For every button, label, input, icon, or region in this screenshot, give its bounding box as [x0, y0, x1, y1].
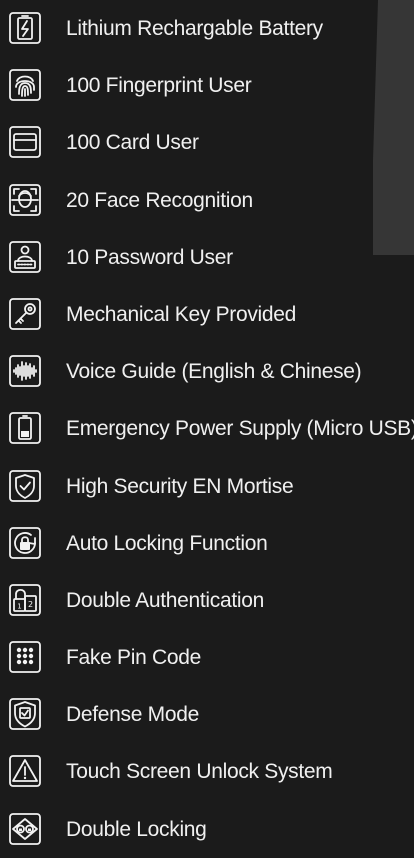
feature-list: Lithium Rechargable Battery 100 Fingerpr…	[0, 0, 414, 858]
feature-label: 100 Card User	[66, 131, 199, 155]
feature-label: High Security EN Mortise	[66, 474, 294, 498]
feature-item-fingerprint: 100 Fingerprint User	[0, 57, 414, 114]
feature-label: Emergency Power Supply (Micro USB)	[66, 417, 414, 441]
feature-label: Lithium Rechargable Battery	[66, 17, 323, 40]
feature-item-voice-guide: Voice Guide (English & Chinese)	[0, 343, 414, 400]
shield-check-icon	[8, 469, 42, 503]
double-locking-icon	[8, 812, 42, 846]
feature-item-double-locking: Double Locking	[0, 801, 414, 858]
card-icon	[8, 125, 42, 159]
face-recognition-icon	[8, 183, 42, 217]
feature-label: Defense Mode	[66, 703, 199, 727]
feature-item-defense-mode: Defense Mode	[0, 686, 414, 743]
auto-lock-icon	[8, 526, 42, 560]
feature-item-auto-locking: Auto Locking Function	[0, 515, 414, 572]
feature-label: 20 Face Recognition	[66, 188, 253, 212]
defense-shield-icon	[8, 697, 42, 731]
feature-label: Double Authentication	[66, 588, 265, 612]
battery-bolt-icon	[8, 11, 42, 45]
svg-text:1: 1	[17, 602, 21, 610]
feature-item-fake-pin: Fake Pin Code	[0, 629, 414, 686]
password-user-icon	[8, 240, 42, 274]
feature-label: Fake Pin Code	[66, 646, 202, 670]
svg-text:2: 2	[28, 600, 33, 609]
feature-label: Mechanical Key Provided	[66, 302, 297, 326]
feature-label: 10 Password User	[66, 245, 233, 269]
keypad-dots-icon	[8, 640, 42, 674]
feature-item-double-authentication: 1 2 Double Authentication	[0, 572, 414, 629]
feature-label: Double Locking	[66, 817, 207, 841]
warning-triangle-icon	[8, 754, 42, 788]
feature-item-en-mortise: High Security EN Mortise	[0, 458, 414, 515]
feature-item-password-user: 10 Password User	[0, 229, 414, 286]
voice-waveform-icon	[8, 354, 42, 388]
fingerprint-icon	[8, 68, 42, 102]
feature-item-face-recognition: 20 Face Recognition	[0, 172, 414, 229]
feature-item-touch-screen-unlock: Touch Screen Unlock System	[0, 743, 414, 800]
feature-item-emergency-power: Emergency Power Supply (Micro USB)	[0, 400, 414, 457]
feature-label: Touch Screen Unlock System	[66, 760, 333, 784]
feature-item-lithium-battery: Lithium Rechargable Battery	[0, 0, 414, 57]
key-icon	[8, 297, 42, 331]
feature-item-card-user: 100 Card User	[0, 114, 414, 171]
double-lock-auth-icon: 1 2	[8, 583, 42, 617]
feature-item-mechanical-key: Mechanical Key Provided	[0, 286, 414, 343]
feature-label: 100 Fingerprint User	[66, 74, 252, 98]
feature-label: Voice Guide (English & Chinese)	[66, 360, 362, 384]
battery-icon	[8, 411, 42, 445]
feature-label: Auto Locking Function	[66, 531, 268, 555]
